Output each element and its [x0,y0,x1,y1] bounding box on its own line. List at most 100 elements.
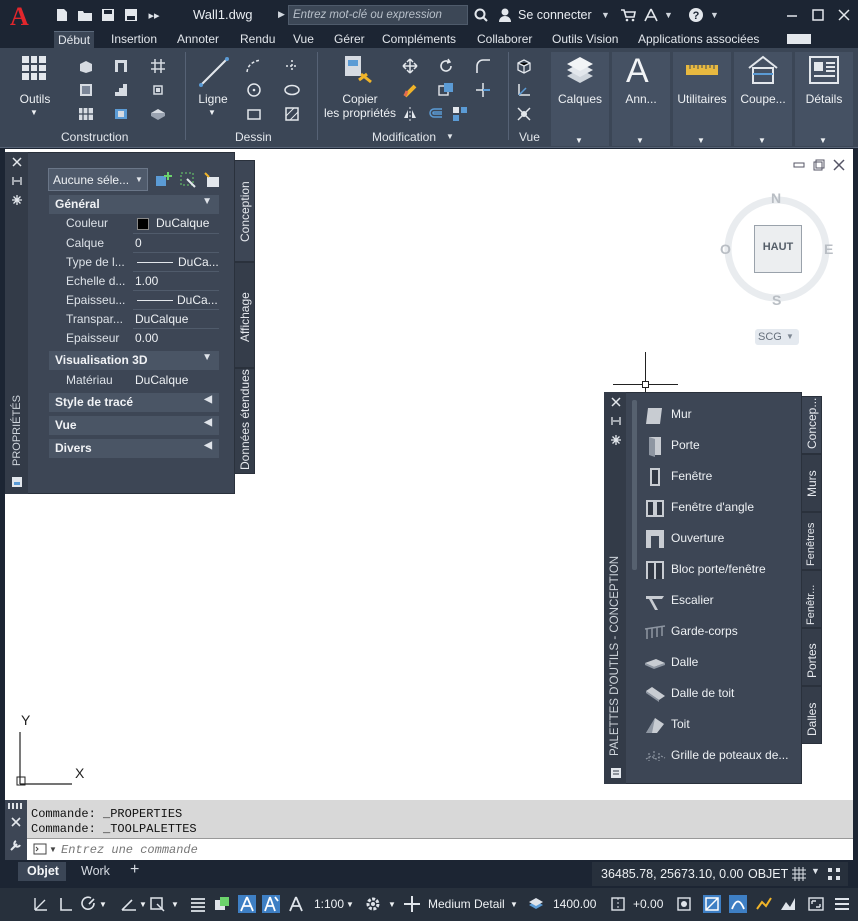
chevron-down-icon[interactable]: ▼ [697,134,705,148]
tab-tools-dalles-label[interactable]: Dalles [805,703,819,736]
autohide-icon[interactable] [610,415,622,427]
tab-conception-label[interactable]: Conception [238,181,252,242]
tab-gerer[interactable]: Gérer [330,31,369,48]
tab-tools-conception-label[interactable]: Concep... [805,398,819,449]
elevation-offset-icon[interactable] [609,895,627,913]
lineweight-icon[interactable] [189,895,207,913]
chevron-down-icon[interactable]: ▼ [171,900,179,909]
rotate-icon[interactable] [438,58,454,74]
chevron-down-icon[interactable]: ▼ [819,134,827,148]
prop-row-echelle[interactable]: Echelle d... 1.00 [63,272,219,291]
chevron-down-icon[interactable]: ▼ [811,866,820,876]
customization-menu-icon[interactable] [833,895,851,913]
chevron-down-icon[interactable]: ▼ [575,134,583,148]
chevron-down-icon[interactable]: ▼ [388,900,396,909]
chevron-down-icon[interactable]: ▼ [30,106,38,120]
tool-escalier[interactable]: Escalier [642,589,800,613]
tab-affichage-label[interactable]: Affichage [238,292,252,342]
palette-menu-icon[interactable] [11,476,23,488]
tab-vue[interactable]: Vue [289,31,318,48]
tab-tools-fenetres-label[interactable]: Fenêtres [805,523,817,566]
tool-dalle[interactable]: Dalle [642,651,800,675]
chevron-down-icon[interactable]: ▼ [99,900,107,909]
ucs-icon[interactable] [516,82,532,98]
tool-ouverture[interactable]: Ouverture [642,527,800,551]
tool-grille-poteaux[interactable]: Grille de poteaux de... [642,744,800,768]
chevron-down-icon[interactable]: ▼ [446,132,454,141]
tab-tools-murs-label[interactable]: Murs [805,470,819,497]
window-icon[interactable] [78,82,94,98]
add-layout-icon[interactable]: + [130,861,139,879]
chevron-down-icon[interactable]: ▼ [601,10,610,20]
annotation-panel[interactable]: A Ann... ▼ [612,52,670,146]
array-icon[interactable] [452,106,468,122]
panel-title-vue[interactable]: Vue [519,130,540,144]
cut-plane-icon[interactable] [527,895,545,913]
coupe-panel[interactable]: Coupe... ▼ [734,52,792,146]
section-vue[interactable]: Vue ◀ [49,416,219,435]
coordinates-readout[interactable]: 36485.78, 25673.10, 0.00 [601,867,744,881]
stair-icon[interactable] [113,82,129,98]
annotation-visibility-icon[interactable] [238,895,256,913]
isolate-icon[interactable] [516,106,532,122]
viewcube-face[interactable]: HAUT [754,225,802,273]
chevron-down-icon[interactable]: ▼ [636,134,644,148]
prop-row-materiau[interactable]: Matériau DuCalque [63,371,219,390]
details-panel[interactable]: Détails ▼ [795,52,853,146]
tab-annoter[interactable]: Annoter [173,31,223,48]
match-properties-icon[interactable] [343,54,375,86]
door-icon[interactable] [113,58,129,74]
chevron-down-icon[interactable]: ▼ [49,845,57,854]
viewcube[interactable]: N S E O HAUT [718,184,836,318]
polyline-icon[interactable] [246,58,262,74]
utilitaires-panel[interactable]: Utilitaires ▼ [673,52,731,146]
curtain-wall-icon[interactable] [78,106,94,122]
tool-palette-scrollbar[interactable] [632,400,637,570]
opening-icon[interactable] [113,106,129,122]
more-icon[interactable]: ▸▸ [146,7,162,23]
object-snap-icon[interactable] [148,895,166,913]
tool-fenetre-angle[interactable]: Fenêtre d'angle [642,496,800,520]
save-as-icon[interactable] [123,7,139,23]
section-object-icon[interactable] [729,895,747,913]
cut-plane-elevation-value[interactable]: 1400.00 [553,897,596,911]
tools-grid-icon[interactable] [20,54,48,82]
chevron-down-icon[interactable]: ▼ [208,106,216,120]
prop-row-epaisseur[interactable]: Epaisseur 0.00 [63,329,219,348]
outils-button[interactable]: Outils [16,92,54,106]
command-input[interactable]: ▼ Entrez une commande [27,838,853,860]
tool-porte[interactable]: Porte [642,434,800,458]
fullscreen-icon[interactable] [807,895,825,913]
tab-rendu[interactable]: Rendu [236,31,279,48]
ellipse-icon[interactable] [284,82,300,98]
erase-icon[interactable] [402,82,418,98]
tab-objet[interactable]: Objet [18,862,66,881]
point-icon[interactable] [284,58,300,74]
trim-icon[interactable] [475,82,491,98]
selection-dropdown[interactable]: Aucune séle... ▼ [48,168,148,191]
minimize-icon[interactable] [784,7,800,23]
help-icon[interactable]: ? [688,7,704,23]
palette-close-icon[interactable] [610,396,622,408]
compass-east[interactable]: E [824,241,833,257]
clean-screen-icon[interactable] [779,895,797,913]
workspace-gear-icon[interactable] [364,895,382,913]
section-visualisation-3d[interactable]: Visualisation 3D ▼ [49,351,219,370]
viewport-restore-icon[interactable] [812,158,826,172]
section-style-de-trace[interactable]: Style de tracé ◀ [49,393,219,412]
hardware-acceleration-icon[interactable] [703,895,721,913]
maximize-icon[interactable] [810,7,826,23]
annotation-autoscale-icon[interactable] [262,895,280,913]
grip-icon[interactable] [8,803,24,809]
match-properties-button-line1[interactable]: Copier [322,92,398,106]
ucs-menu-button[interactable]: SCG ▼ [755,329,799,345]
panel-title-modification[interactable]: Modification [372,130,436,144]
tab-tools-fenetres-2-label[interactable]: Fenêtr... [805,585,817,625]
tool-toit[interactable]: Toit [642,713,800,737]
match-properties-button-line2[interactable]: les propriétés [322,106,398,120]
tab-debut[interactable]: Début [54,31,95,48]
chevron-down-icon[interactable]: ▼ [139,900,147,909]
rectangle-icon[interactable] [246,106,262,122]
select-objects-icon[interactable] [179,171,197,189]
compass-west[interactable]: O [720,241,731,257]
